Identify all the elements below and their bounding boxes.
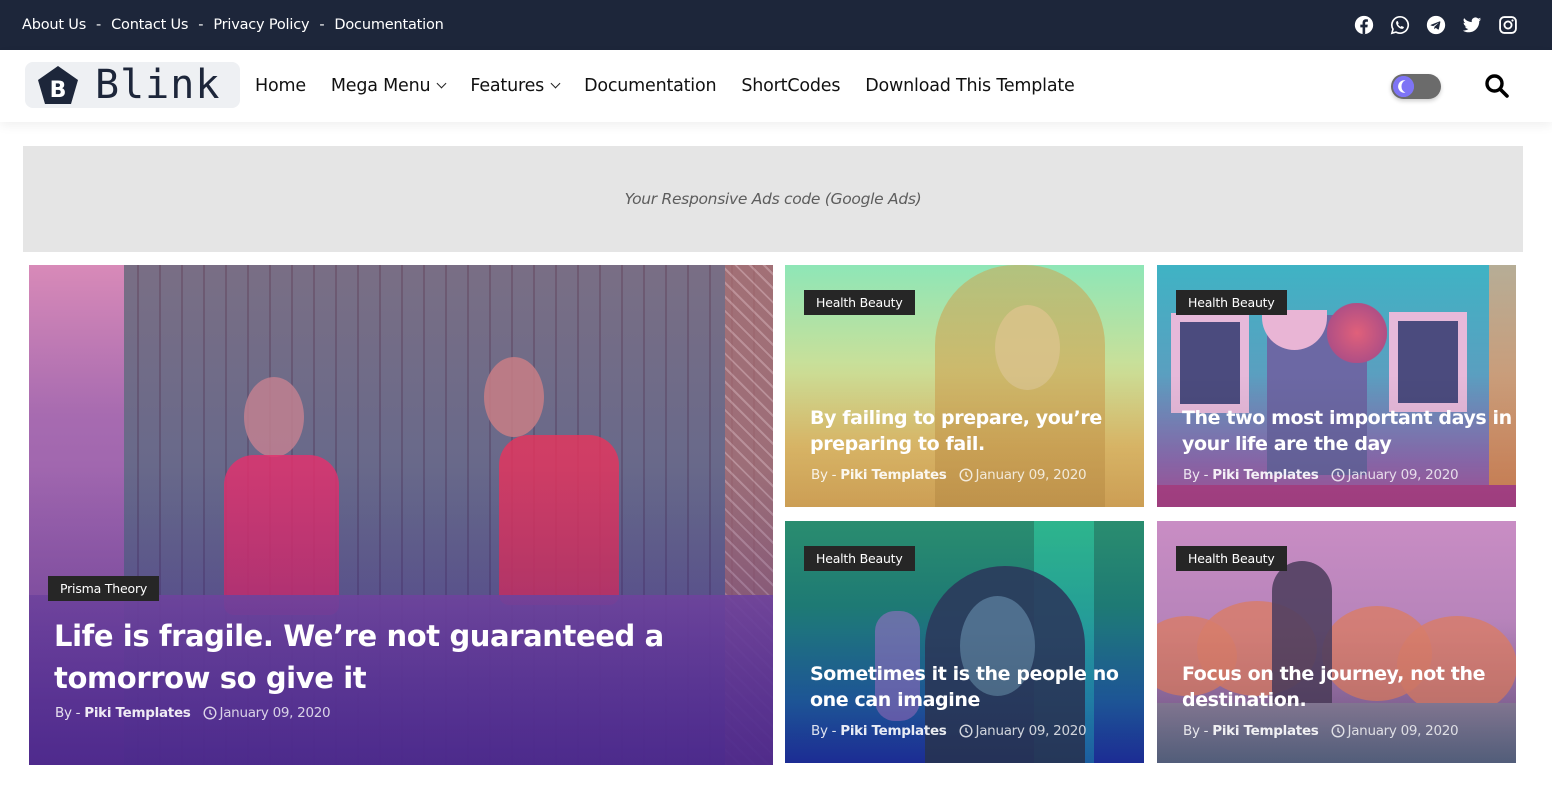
post-title[interactable]: By failing to prepare, you’re preparing … xyxy=(810,405,1140,457)
featured-post[interactable]: Health Beauty Sometimes it is the people… xyxy=(785,521,1144,763)
separator: - xyxy=(319,17,325,33)
ad-text: Your Responsive Ads code (Google Ads) xyxy=(624,190,922,208)
category-badge[interactable]: Health Beauty xyxy=(804,546,915,571)
nav-item-mega-menu[interactable]: Mega Menu xyxy=(330,76,447,96)
site-header: B Blink Home Mega Menu Features Document… xyxy=(0,50,1552,122)
post-date: January 09, 2020 xyxy=(1347,723,1459,739)
post-author[interactable]: Piki Templates xyxy=(84,705,191,721)
post-title[interactable]: Sometimes it is the people no one can im… xyxy=(810,661,1140,713)
telegram-icon[interactable] xyxy=(1426,15,1446,35)
featured-post[interactable]: Health Beauty Focus on the journey, not … xyxy=(1157,521,1516,763)
nav-label: Documentation xyxy=(584,76,717,96)
by-label: By - xyxy=(811,723,837,739)
post-date: January 09, 2020 xyxy=(1347,467,1459,483)
facebook-icon[interactable] xyxy=(1354,15,1374,35)
separator: - xyxy=(96,17,102,33)
post-title[interactable]: Focus on the journey, not the destinatio… xyxy=(1182,661,1512,713)
top-link-about-us[interactable]: About Us xyxy=(22,17,86,33)
category-badge[interactable]: Health Beauty xyxy=(1176,546,1287,571)
category-badge[interactable]: Health Beauty xyxy=(1176,290,1287,315)
category-badge[interactable]: Health Beauty xyxy=(804,290,915,315)
separator: - xyxy=(198,17,204,33)
clock-icon xyxy=(203,706,217,720)
post-meta: By - Piki Templates January 09, 2020 xyxy=(811,723,1087,739)
by-label: By - xyxy=(1183,467,1209,483)
whatsapp-icon[interactable] xyxy=(1390,15,1410,35)
top-bar: About Us - Contact Us - Privacy Policy -… xyxy=(0,0,1552,50)
post-date: January 09, 2020 xyxy=(975,723,1087,739)
post-meta: By - Piki Templates January 09, 2020 xyxy=(811,467,1087,483)
nav-item-shortcodes[interactable]: ShortCodes xyxy=(741,76,840,96)
featured-post-main[interactable]: Prisma Theory Life is fragile. We’re not… xyxy=(29,265,773,765)
site-logo[interactable]: B Blink xyxy=(25,62,240,108)
post-meta: By - Piki Templates January 09, 2020 xyxy=(1183,723,1459,739)
search-icon[interactable] xyxy=(1483,72,1511,100)
post-title[interactable]: Life is fragile. We’re not guaranteed a … xyxy=(54,615,764,699)
dark-mode-toggle[interactable] xyxy=(1391,74,1441,99)
post-date: January 09, 2020 xyxy=(219,705,331,721)
post-author[interactable]: Piki Templates xyxy=(840,723,947,739)
by-label: By - xyxy=(811,467,837,483)
logo-pentagon-icon: B xyxy=(37,65,79,105)
featured-post[interactable]: Health Beauty The two most important day… xyxy=(1157,265,1516,507)
nav-label: Features xyxy=(470,76,545,96)
top-links: About Us - Contact Us - Privacy Policy -… xyxy=(22,0,444,50)
featured-post[interactable]: Health Beauty By failing to prepare, you… xyxy=(785,265,1144,507)
by-label: By - xyxy=(1183,723,1209,739)
clock-icon xyxy=(959,724,973,738)
ad-placeholder: Your Responsive Ads code (Google Ads) xyxy=(23,146,1523,252)
main-nav: Home Mega Menu Features Documentation Sh… xyxy=(255,50,1100,122)
nav-item-home[interactable]: Home xyxy=(255,76,306,96)
nav-item-download-template[interactable]: Download This Template xyxy=(865,76,1075,96)
nav-label: Mega Menu xyxy=(330,76,431,96)
logo-letter: B xyxy=(50,78,67,103)
post-author[interactable]: Piki Templates xyxy=(1212,467,1319,483)
top-link-contact-us[interactable]: Contact Us xyxy=(111,17,188,33)
clock-icon xyxy=(959,468,973,482)
clock-icon xyxy=(1331,468,1345,482)
twitter-icon[interactable] xyxy=(1462,15,1482,35)
nav-label: Download This Template xyxy=(865,76,1075,96)
post-title[interactable]: The two most important days in your life… xyxy=(1182,405,1512,457)
post-author[interactable]: Piki Templates xyxy=(840,467,947,483)
chevron-down-icon xyxy=(436,78,447,89)
top-link-privacy-policy[interactable]: Privacy Policy xyxy=(213,17,309,33)
nav-item-documentation[interactable]: Documentation xyxy=(584,76,717,96)
nav-item-features[interactable]: Features xyxy=(470,76,561,96)
post-author[interactable]: Piki Templates xyxy=(1212,723,1319,739)
nav-label: Home xyxy=(255,76,306,96)
logo-text: Blink xyxy=(95,62,221,108)
moon-icon xyxy=(1393,76,1414,97)
instagram-icon[interactable] xyxy=(1498,15,1518,35)
social-links xyxy=(1354,0,1518,50)
top-link-documentation[interactable]: Documentation xyxy=(334,17,443,33)
post-meta: By - Piki Templates January 09, 2020 xyxy=(55,705,331,721)
by-label: By - xyxy=(55,705,81,721)
clock-icon xyxy=(1331,724,1345,738)
post-date: January 09, 2020 xyxy=(975,467,1087,483)
chevron-down-icon xyxy=(550,78,561,89)
category-badge[interactable]: Prisma Theory xyxy=(48,576,160,601)
nav-label: ShortCodes xyxy=(741,76,841,96)
post-meta: By - Piki Templates January 09, 2020 xyxy=(1183,467,1459,483)
